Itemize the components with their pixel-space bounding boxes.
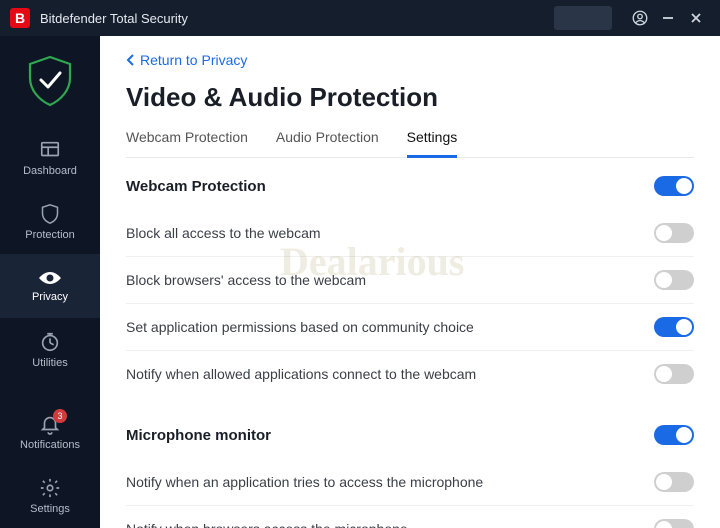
notify-mic-access-toggle[interactable] [654, 472, 694, 492]
minimize-button[interactable] [654, 11, 682, 25]
microphone-monitor-toggle[interactable] [654, 425, 694, 445]
status-shield [0, 36, 100, 126]
setting-label: Notify when an application tries to acce… [126, 474, 483, 490]
app-logo: B [10, 8, 30, 28]
setting-label: Notify when browsers access the micropho… [126, 521, 408, 528]
privacy-icon [38, 269, 62, 287]
titlebar-search[interactable] [554, 6, 612, 30]
community-permissions-toggle[interactable] [654, 317, 694, 337]
bell-icon: 3 [39, 413, 61, 435]
setting-row: Set application permissions based on com… [126, 304, 694, 351]
sidebar-item-label: Notifications [20, 439, 80, 451]
sidebar-item-dashboard[interactable]: Dashboard [0, 126, 100, 190]
tabs: Webcam Protection Audio Protection Setti… [126, 129, 694, 158]
sidebar-item-utilities[interactable]: Utilities [0, 318, 100, 382]
setting-label: Notify when allowed applications connect… [126, 366, 476, 382]
sidebar-item-label: Dashboard [23, 165, 77, 177]
page-title: Video & Audio Protection [126, 82, 694, 113]
notification-badge: 3 [53, 409, 67, 423]
sidebar-item-label: Protection [25, 229, 75, 241]
sidebar: Dashboard Protection Privacy Utilities 3 [0, 36, 100, 528]
block-browser-webcam-toggle[interactable] [654, 270, 694, 290]
setting-row: Notify when browsers access the micropho… [126, 506, 694, 528]
section-title: Webcam Protection [126, 178, 266, 195]
account-icon[interactable] [626, 9, 654, 27]
tab-audio-protection[interactable]: Audio Protection [276, 129, 379, 157]
sidebar-item-settings[interactable]: Settings [0, 464, 100, 528]
notify-webcam-toggle[interactable] [654, 364, 694, 384]
gear-icon [39, 477, 61, 499]
sidebar-item-protection[interactable]: Protection [0, 190, 100, 254]
block-all-webcam-toggle[interactable] [654, 223, 694, 243]
utilities-icon [39, 331, 61, 353]
sidebar-item-label: Settings [30, 503, 70, 515]
close-button[interactable] [682, 11, 710, 25]
sidebar-item-label: Privacy [32, 291, 68, 303]
tab-settings[interactable]: Settings [407, 129, 458, 158]
notify-browser-mic-toggle[interactable] [654, 519, 694, 528]
titlebar: B Bitdefender Total Security [0, 0, 720, 36]
back-link[interactable]: Return to Privacy [126, 52, 694, 68]
setting-row: Block all access to the webcam [126, 210, 694, 257]
sidebar-item-label: Utilities [32, 357, 67, 369]
webcam-protection-toggle[interactable] [654, 176, 694, 196]
app-title: Bitdefender Total Security [40, 11, 188, 26]
sidebar-item-notifications[interactable]: 3 Notifications [0, 400, 100, 464]
back-link-text: Return to Privacy [140, 52, 247, 68]
setting-row: Notify when an application tries to acce… [126, 459, 694, 506]
tab-webcam-protection[interactable]: Webcam Protection [126, 129, 248, 157]
setting-label: Set application permissions based on com… [126, 319, 474, 335]
setting-label: Block browsers' access to the webcam [126, 272, 366, 288]
protection-icon [40, 203, 60, 225]
setting-label: Block all access to the webcam [126, 225, 321, 241]
setting-row: Block browsers' access to the webcam [126, 257, 694, 304]
section-title: Microphone monitor [126, 427, 271, 444]
sidebar-item-privacy[interactable]: Privacy [0, 254, 100, 318]
chevron-left-icon [126, 54, 136, 66]
setting-row: Notify when allowed applications connect… [126, 351, 694, 397]
main-content: Return to Privacy Video & Audio Protecti… [100, 36, 720, 528]
dashboard-icon [39, 139, 61, 161]
